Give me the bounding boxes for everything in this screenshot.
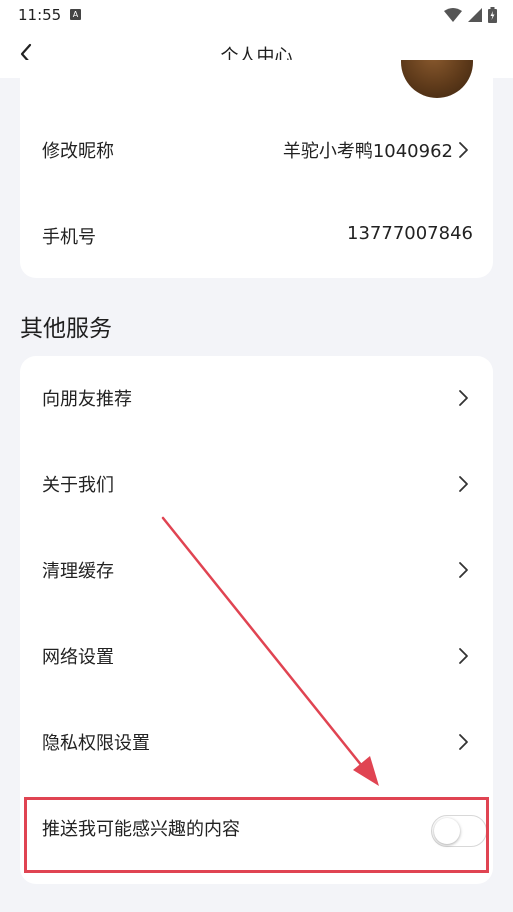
notification-icon: A [70, 9, 81, 20]
menu-item-label: 网络设置 [42, 647, 114, 668]
menu-item-label: 隐私权限设置 [42, 733, 150, 754]
status-time: 11:55 [18, 6, 62, 24]
menu-item-label: 向朋友推荐 [42, 389, 132, 410]
avatar[interactable] [401, 60, 473, 98]
phone-row: 手机号 13777007846 [20, 194, 493, 278]
battery-icon [488, 7, 497, 23]
section-title: 其他服务 [20, 316, 112, 342]
status-icons [444, 7, 497, 23]
menu-item-label: 关于我们 [42, 475, 114, 496]
status-bar: 11:55 A [0, 0, 513, 30]
signal-icon [468, 8, 482, 22]
menu-item-recommend[interactable]: 向朋友推荐 [20, 356, 493, 442]
nickname-row[interactable]: 修改昵称 羊驼小考鸭1040962 [20, 108, 493, 194]
menu-item-privacy[interactable]: 隐私权限设置 [20, 700, 493, 786]
nickname-value: 羊驼小考鸭1040962 [282, 141, 453, 162]
nickname-label: 修改昵称 [42, 141, 114, 162]
phone-label: 手机号 [42, 227, 96, 248]
profile-card: 修改昵称 羊驼小考鸭1040962 手机号 13777007846 [20, 60, 493, 278]
chevron-right-icon [459, 476, 468, 492]
menu-item-clear-cache[interactable]: 清理缓存 [20, 528, 493, 614]
chevron-right-icon [459, 142, 468, 158]
chevron-right-icon [459, 734, 468, 750]
wifi-icon [444, 8, 462, 22]
chevron-right-icon [459, 562, 468, 578]
chevron-right-icon [459, 648, 468, 664]
menu-item-network[interactable]: 网络设置 [20, 614, 493, 700]
annotation-highlight-box [24, 797, 489, 873]
menu-item-label: 清理缓存 [42, 561, 114, 582]
chevron-right-icon [459, 390, 468, 406]
phone-value: 13777007846 [347, 223, 473, 244]
menu-item-about[interactable]: 关于我们 [20, 442, 493, 528]
